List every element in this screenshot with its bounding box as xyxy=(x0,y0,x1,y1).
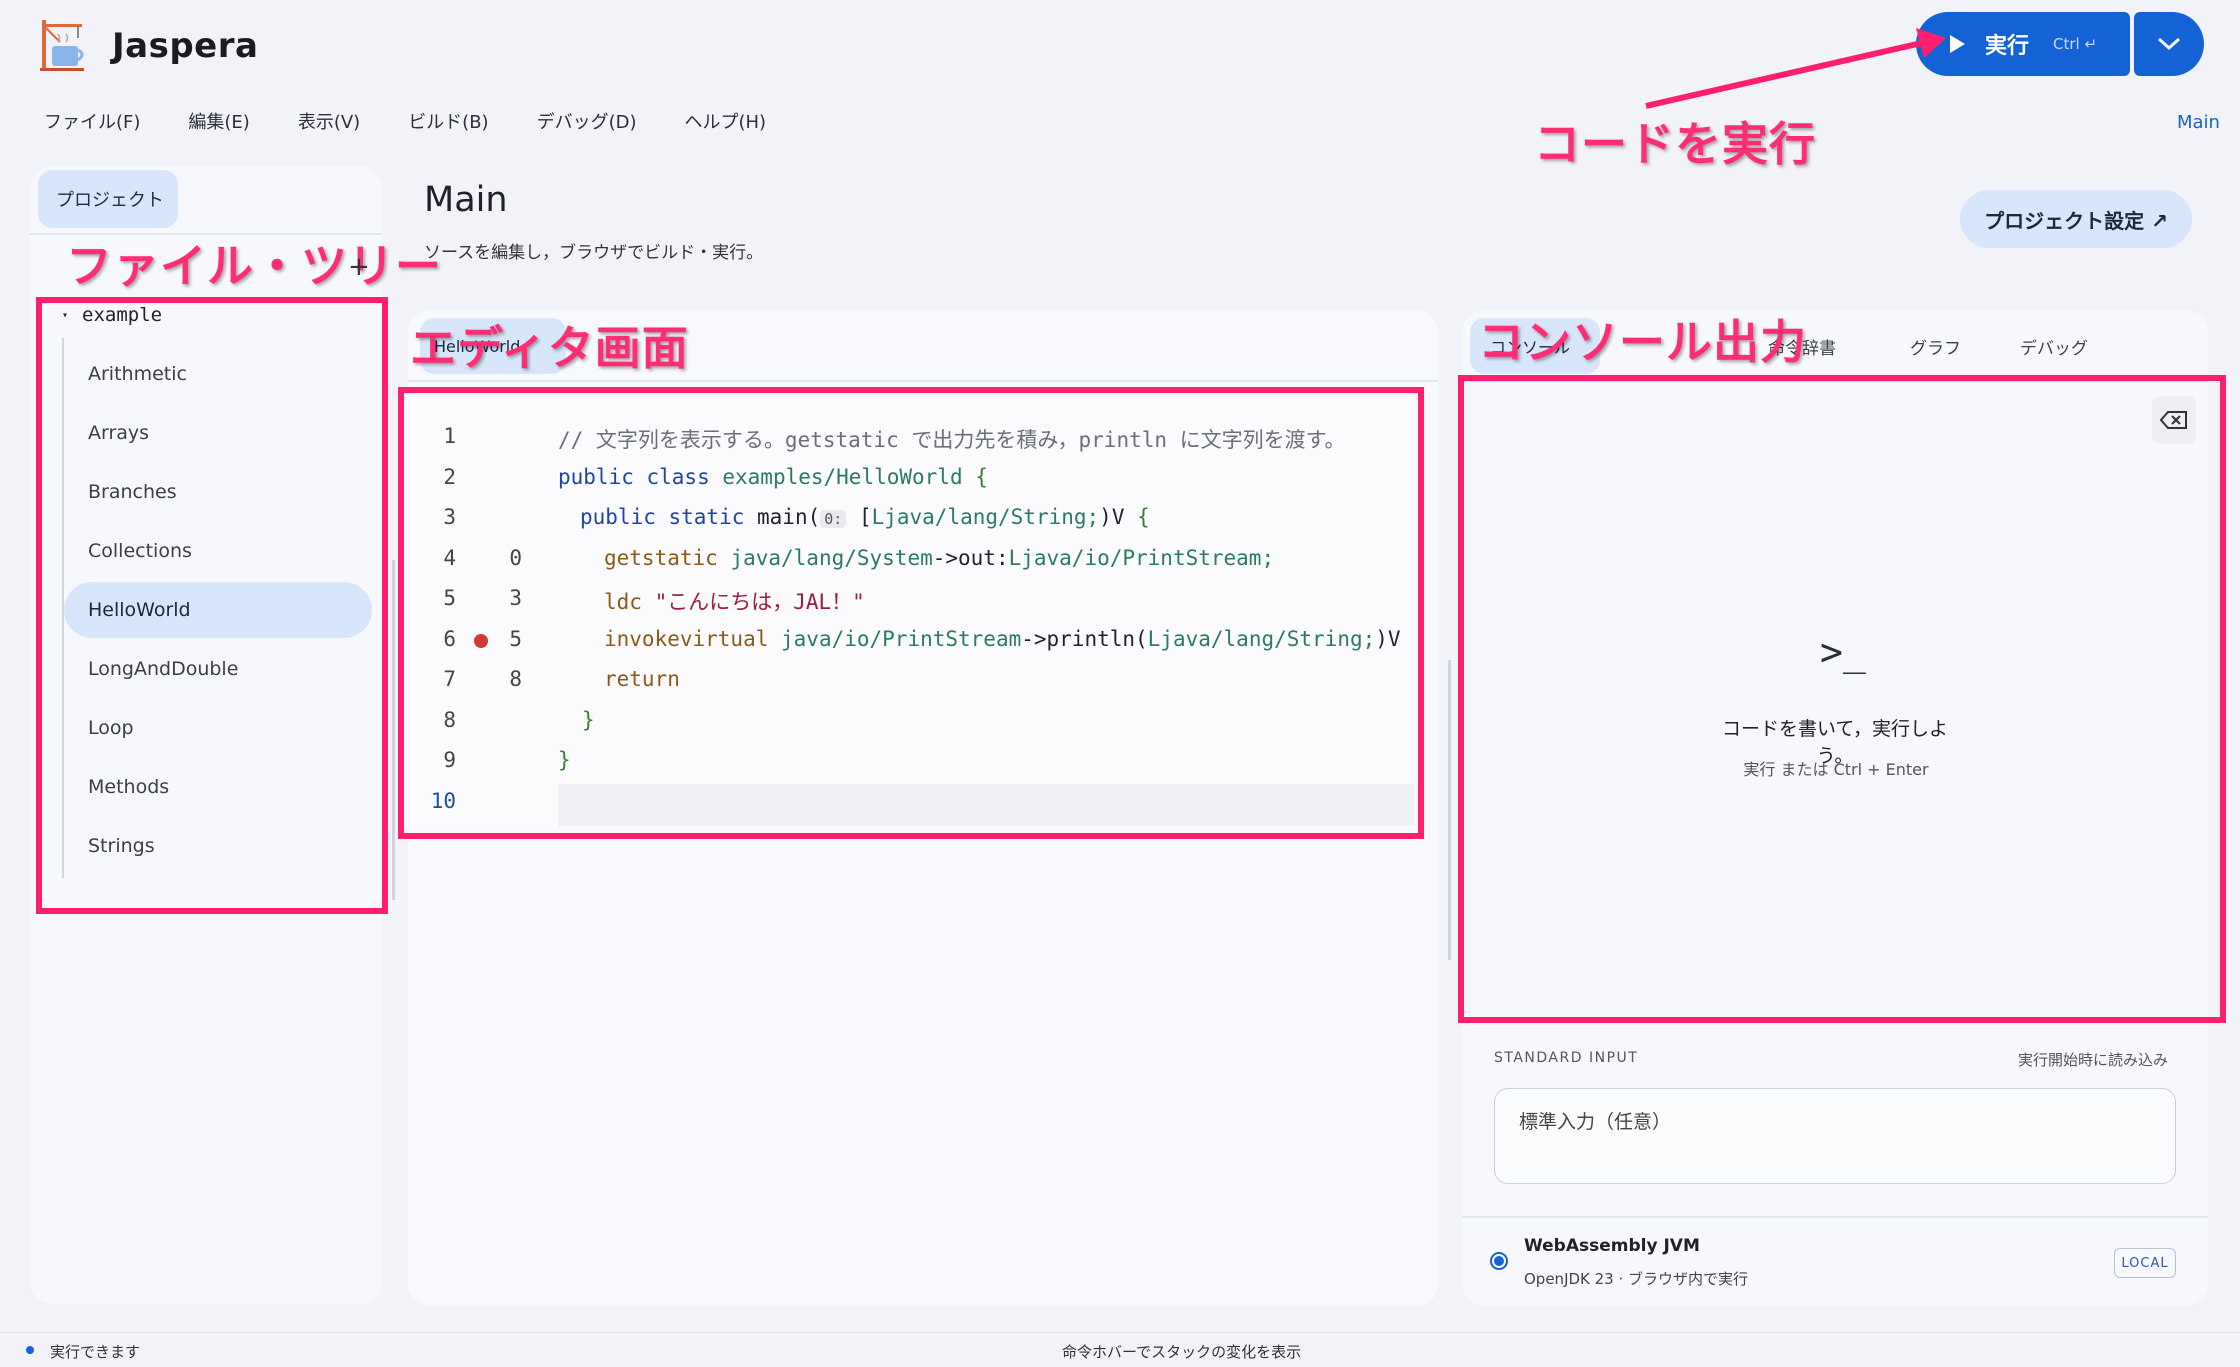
stdin-input[interactable]: 標準入力（任意） xyxy=(1494,1088,2176,1184)
add-file-button[interactable]: + xyxy=(348,252,370,282)
status-text: 実行できます xyxy=(50,1343,141,1361)
tab-project[interactable]: プロジェクト xyxy=(38,170,178,228)
chevron-down-icon xyxy=(2157,37,2181,51)
tab-debug[interactable]: デバッグ xyxy=(2020,334,2088,359)
stdin-label: STANDARD INPUT xyxy=(1494,1050,1639,1066)
menu-file[interactable]: ファイル(F) xyxy=(44,108,140,134)
annotation-box-console xyxy=(1458,375,2226,1023)
page-title: Main xyxy=(424,180,508,220)
menu-build[interactable]: ビルド(B) xyxy=(408,108,488,134)
menu-help[interactable]: ヘルプ(H) xyxy=(685,108,767,134)
main-class-link[interactable]: Main xyxy=(2177,112,2220,133)
runtime-radio[interactable] xyxy=(1490,1252,1508,1270)
page-subtitle: ソースを編集し，ブラウザでビルド・実行。 xyxy=(424,243,764,263)
run-button-label: 実行 xyxy=(1985,34,2030,59)
annotation-run: コードを実行 xyxy=(1534,117,1816,171)
app-logo-icon xyxy=(34,16,92,74)
runtime-description: OpenJDK 23 · ブラウザ内で実行 xyxy=(1524,1270,1749,1288)
project-settings-button[interactable]: プロジェクト設定 ↗ xyxy=(1960,190,2192,248)
annotation-arrow xyxy=(1645,28,1946,109)
tab-graph[interactable]: グラフ xyxy=(1910,334,1961,359)
menubar: ファイル(F) 編集(E) 表示(V) ビルド(B) デバッグ(D) ヘルプ(H… xyxy=(44,108,814,134)
run-options-dropdown[interactable] xyxy=(2134,12,2204,76)
annotation-console: コンソール出力 xyxy=(1478,315,1807,369)
menu-view[interactable]: 表示(V) xyxy=(298,108,360,134)
stdin-hint: 実行開始時に読み込み xyxy=(2018,1051,2169,1069)
app-title: Jaspera xyxy=(112,26,259,66)
local-badge: LOCAL xyxy=(2114,1248,2176,1278)
status-hint: 命令ホバーでスタックの変化を表示 xyxy=(1062,1343,1302,1361)
menu-edit[interactable]: 編集(E) xyxy=(188,108,249,134)
annotation-file-tree: ファイル・ツリー xyxy=(66,239,442,293)
run-shortcut-hint: Ctrl ↵ xyxy=(2053,35,2098,53)
divider xyxy=(408,380,1438,382)
annotation-editor: エディタ画面 xyxy=(410,321,689,375)
panel-resize-handle[interactable] xyxy=(1448,660,1451,960)
status-indicator-icon xyxy=(26,1346,34,1354)
menu-debug[interactable]: デバッグ(D) xyxy=(537,108,637,134)
runtime-name: WebAssembly JVM xyxy=(1524,1236,1700,1256)
annotation-box-editor xyxy=(398,387,1424,839)
sidebar-scrollbar[interactable] xyxy=(392,560,395,900)
annotation-box-file-tree xyxy=(36,297,388,914)
divider xyxy=(1462,1216,2208,1218)
